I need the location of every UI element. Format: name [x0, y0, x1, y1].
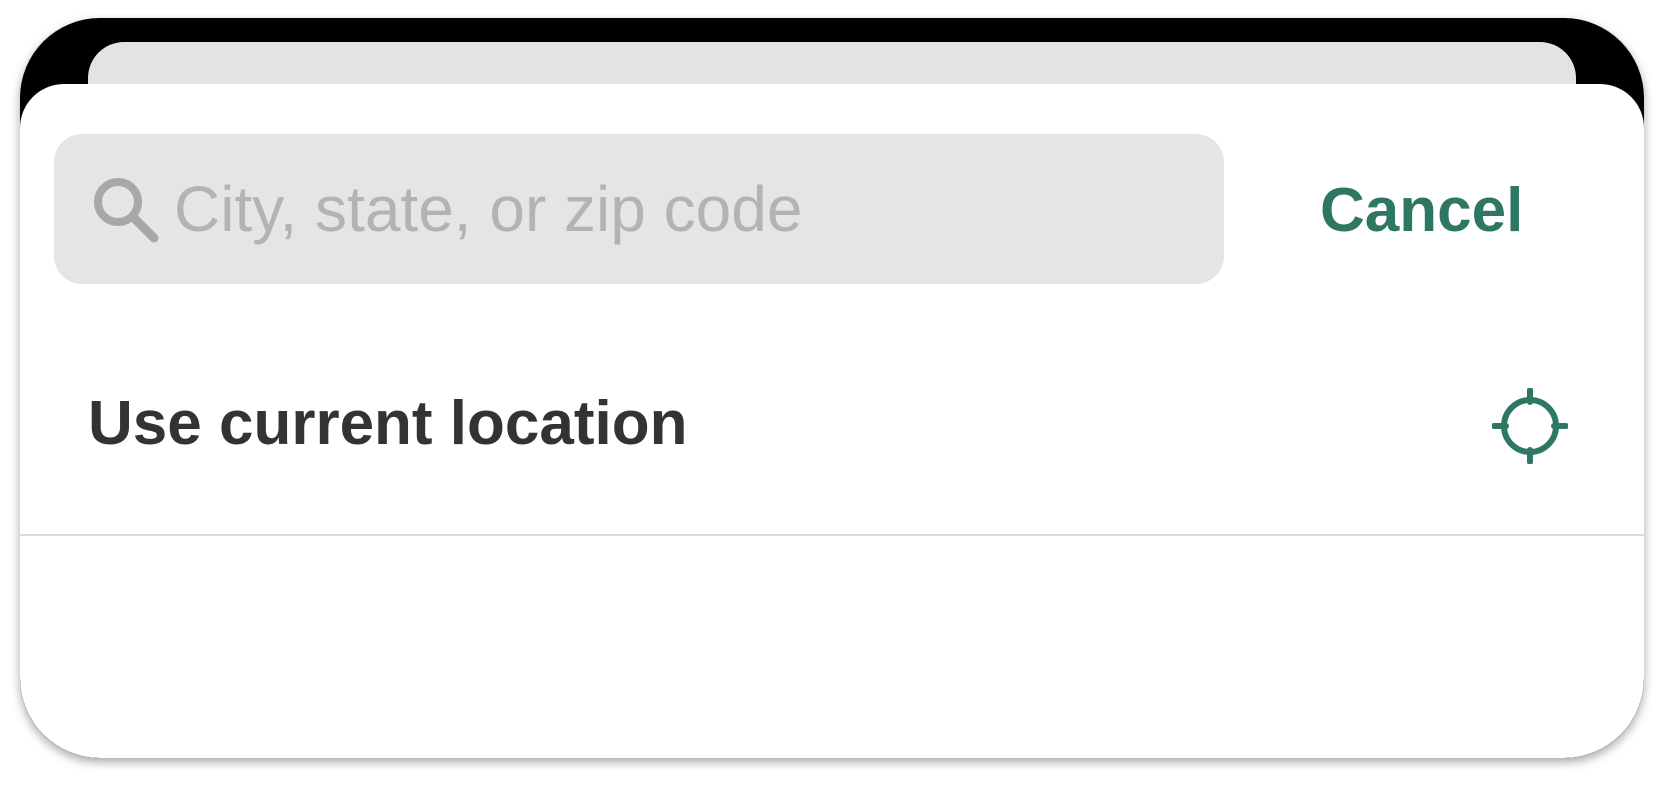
use-current-location-label: Use current location	[88, 389, 688, 458]
search-field[interactable]	[54, 134, 1224, 284]
cancel-button[interactable]: Cancel	[1320, 174, 1523, 248]
divider	[20, 534, 1644, 536]
location-search-sheet: Cancel Use current location	[20, 84, 1644, 758]
device-frame: Cancel Use current location	[20, 18, 1644, 758]
crosshair-icon	[1492, 388, 1568, 464]
screen: Cancel Use current location	[0, 0, 1664, 804]
search-icon	[94, 178, 159, 243]
search-input[interactable]	[174, 159, 1174, 259]
use-current-location-row[interactable]: Use current location	[20, 344, 1644, 536]
